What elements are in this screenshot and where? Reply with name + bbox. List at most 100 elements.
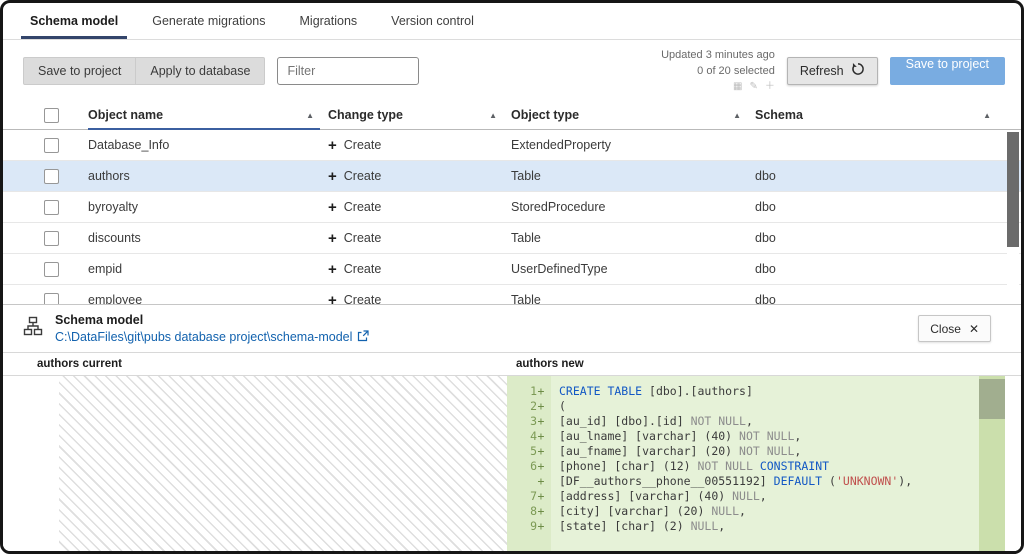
filter-input[interactable] (277, 56, 420, 85)
add-icon[interactable]: ＋ (765, 81, 775, 92)
diff-scroll-gap (1005, 376, 1021, 551)
tab-generate-migrations[interactable]: Generate migrations (135, 3, 282, 39)
create-plus-icon: + (328, 167, 337, 185)
code-line: [DF__authors__phone__00551192] DEFAULT (… (559, 474, 913, 488)
external-link-icon (357, 329, 369, 345)
schema-model-panel-header: Schema model C:\DataFiles\git\pubs datab… (3, 304, 1021, 352)
diff-left-gutter (3, 376, 59, 551)
code-line: [au_fname] [varchar] (20) NOT NULL, (559, 444, 802, 458)
table-row[interactable]: discounts + Create Table dbo (3, 223, 1021, 254)
tab-bar: Schema model Generate migrations Migrati… (3, 3, 1021, 40)
table-row[interactable]: Database_Info + Create ExtendedProperty (3, 130, 1021, 161)
change-type-cell: + Create (328, 136, 382, 154)
table-row[interactable]: employee + Create Table dbo (3, 285, 1021, 304)
panel-title: Schema model (55, 312, 144, 327)
sort-asc-icon[interactable]: ▲ (489, 111, 497, 120)
object-type-cell: StoredProcedure (511, 200, 606, 214)
object-name-cell: discounts (88, 231, 141, 245)
close-button[interactable]: Close ✕ (918, 315, 991, 342)
table-row[interactable]: authors + Create Table dbo (3, 161, 1021, 192)
diff-scrollbar-thumb[interactable] (979, 379, 1005, 419)
code-line: CREATE TABLE [dbo].[authors] (559, 384, 753, 398)
schema-cell: dbo (755, 262, 776, 276)
grid-icon[interactable]: ▦ (733, 81, 742, 92)
code-line: [phone] [char] (12) NOT NULL CONSTRAINT (559, 459, 830, 473)
sort-asc-icon[interactable]: ▲ (306, 111, 314, 120)
tab-migrations[interactable]: Migrations (283, 3, 375, 39)
object-type-cell: Table (511, 293, 541, 304)
sort-asc-icon[interactable]: ▲ (733, 111, 741, 120)
save-to-project-primary-button[interactable]: Save to project (889, 56, 1005, 85)
schema-model-path: C:\DataFiles\git\pubs database project\s… (55, 330, 353, 344)
row-checkbox[interactable] (44, 261, 59, 277)
diff-left-empty-region (59, 376, 507, 551)
table-scrollbar[interactable] (1007, 130, 1019, 304)
schema-model-path-link[interactable]: C:\DataFiles\git\pubs database project\s… (55, 329, 369, 345)
create-plus-icon: + (328, 198, 337, 216)
column-header-label: Schema (755, 108, 803, 122)
column-header-change-type[interactable]: Change type ▲ (328, 101, 511, 129)
close-icon: ✕ (968, 321, 979, 336)
diff-code-area[interactable]: CREATE TABLE [dbo].[authors]([au_id] [db… (551, 376, 979, 551)
action-button-group: Save to project Apply to database (23, 56, 266, 85)
column-header-schema[interactable]: Schema ▲ (755, 101, 1021, 129)
diff-line-numbers: 1 +2 +3 +4 +5 +6 + +7 +8 +9 + (507, 376, 551, 551)
column-header-object-type[interactable]: Object type ▲ (511, 101, 755, 129)
toolbar: Save to project Apply to database Update… (3, 40, 1021, 101)
table-row[interactable]: byroyalty + Create StoredProcedure dbo (3, 192, 1021, 223)
code-line: [au_lname] [varchar] (40) NOT NULL, (559, 429, 802, 443)
column-header-label: Change type (328, 108, 404, 122)
code-line: [au_id] [dbo].[id] NOT NULL, (559, 414, 753, 428)
selected-count: 0 of 20 selected (697, 64, 775, 77)
row-checkbox[interactable] (44, 199, 59, 215)
schema-compare-window: Schema model Generate migrations Migrati… (0, 0, 1024, 554)
refresh-button[interactable]: Refresh (786, 56, 878, 85)
code-line: [address] [varchar] (40) NULL, (559, 489, 767, 503)
create-plus-icon: + (328, 291, 337, 305)
column-header-label: Object type (511, 108, 580, 122)
table-row[interactable]: empid + Create UserDefinedType dbo (3, 254, 1021, 285)
schema-cell: dbo (755, 293, 776, 304)
create-plus-icon: + (328, 136, 337, 154)
diff-right-title: authors new (516, 358, 584, 370)
row-checkbox[interactable] (44, 292, 59, 304)
sort-asc-icon[interactable]: ▲ (983, 111, 991, 120)
code-line: [state] [char] (2) NULL, (559, 519, 726, 533)
save-to-project-button[interactable]: Save to project (23, 56, 137, 85)
select-all-checkbox[interactable] (44, 107, 59, 123)
changes-table: Object name ▲ Change type ▲ Object type … (3, 101, 1021, 304)
diff-overview-ruler[interactable] (979, 376, 1005, 551)
object-name-cell: employee (88, 293, 143, 304)
create-plus-icon: + (328, 229, 337, 247)
change-type-cell: + Create (328, 229, 382, 247)
apply-to-database-button[interactable]: Apply to database (135, 56, 266, 85)
edit-icon[interactable]: ✎ (749, 81, 757, 92)
diff-pane-current (3, 376, 507, 551)
object-type-cell: ExtendedProperty (511, 138, 612, 152)
table-header-row: Object name ▲ Change type ▲ Object type … (3, 101, 1021, 130)
change-type-cell: + Create (328, 260, 382, 278)
tab-schema-model[interactable]: Schema model (13, 3, 135, 39)
object-type-cell: Table (511, 231, 541, 245)
create-plus-icon: + (328, 260, 337, 278)
diff-pane-new: 1 +2 +3 +4 +5 +6 + +7 +8 +9 + CREATE TABLE [dbo].[… (507, 376, 1021, 551)
schema-model-icon (23, 316, 43, 341)
diff-left-title: authors current (37, 358, 122, 370)
change-type-cell: + Create (328, 285, 511, 305)
diff-header-row: authors current authors new (3, 352, 1021, 376)
diff-editor: 1 +2 +3 +4 +5 +6 + +7 +8 +9 + CREATE TABLE [dbo].[… (3, 376, 1021, 551)
schema-cell: dbo (755, 169, 776, 183)
object-type-cell: Table (511, 169, 541, 183)
row-checkbox[interactable] (44, 230, 59, 246)
table-scrollbar-thumb[interactable] (1007, 132, 1019, 247)
column-header-object-name[interactable]: Object name ▲ (88, 101, 328, 130)
tab-version-control[interactable]: Version control (374, 3, 491, 39)
updated-status: Updated 3 minutes ago (661, 49, 775, 62)
object-name-cell: byroyalty (88, 200, 139, 214)
schema-cell (755, 130, 1021, 160)
code-line: ( (559, 399, 566, 413)
change-type-cell: + Create (328, 167, 382, 185)
row-checkbox[interactable] (44, 137, 59, 153)
row-checkbox[interactable] (44, 168, 59, 184)
object-name-cell: Database_Info (88, 138, 170, 152)
